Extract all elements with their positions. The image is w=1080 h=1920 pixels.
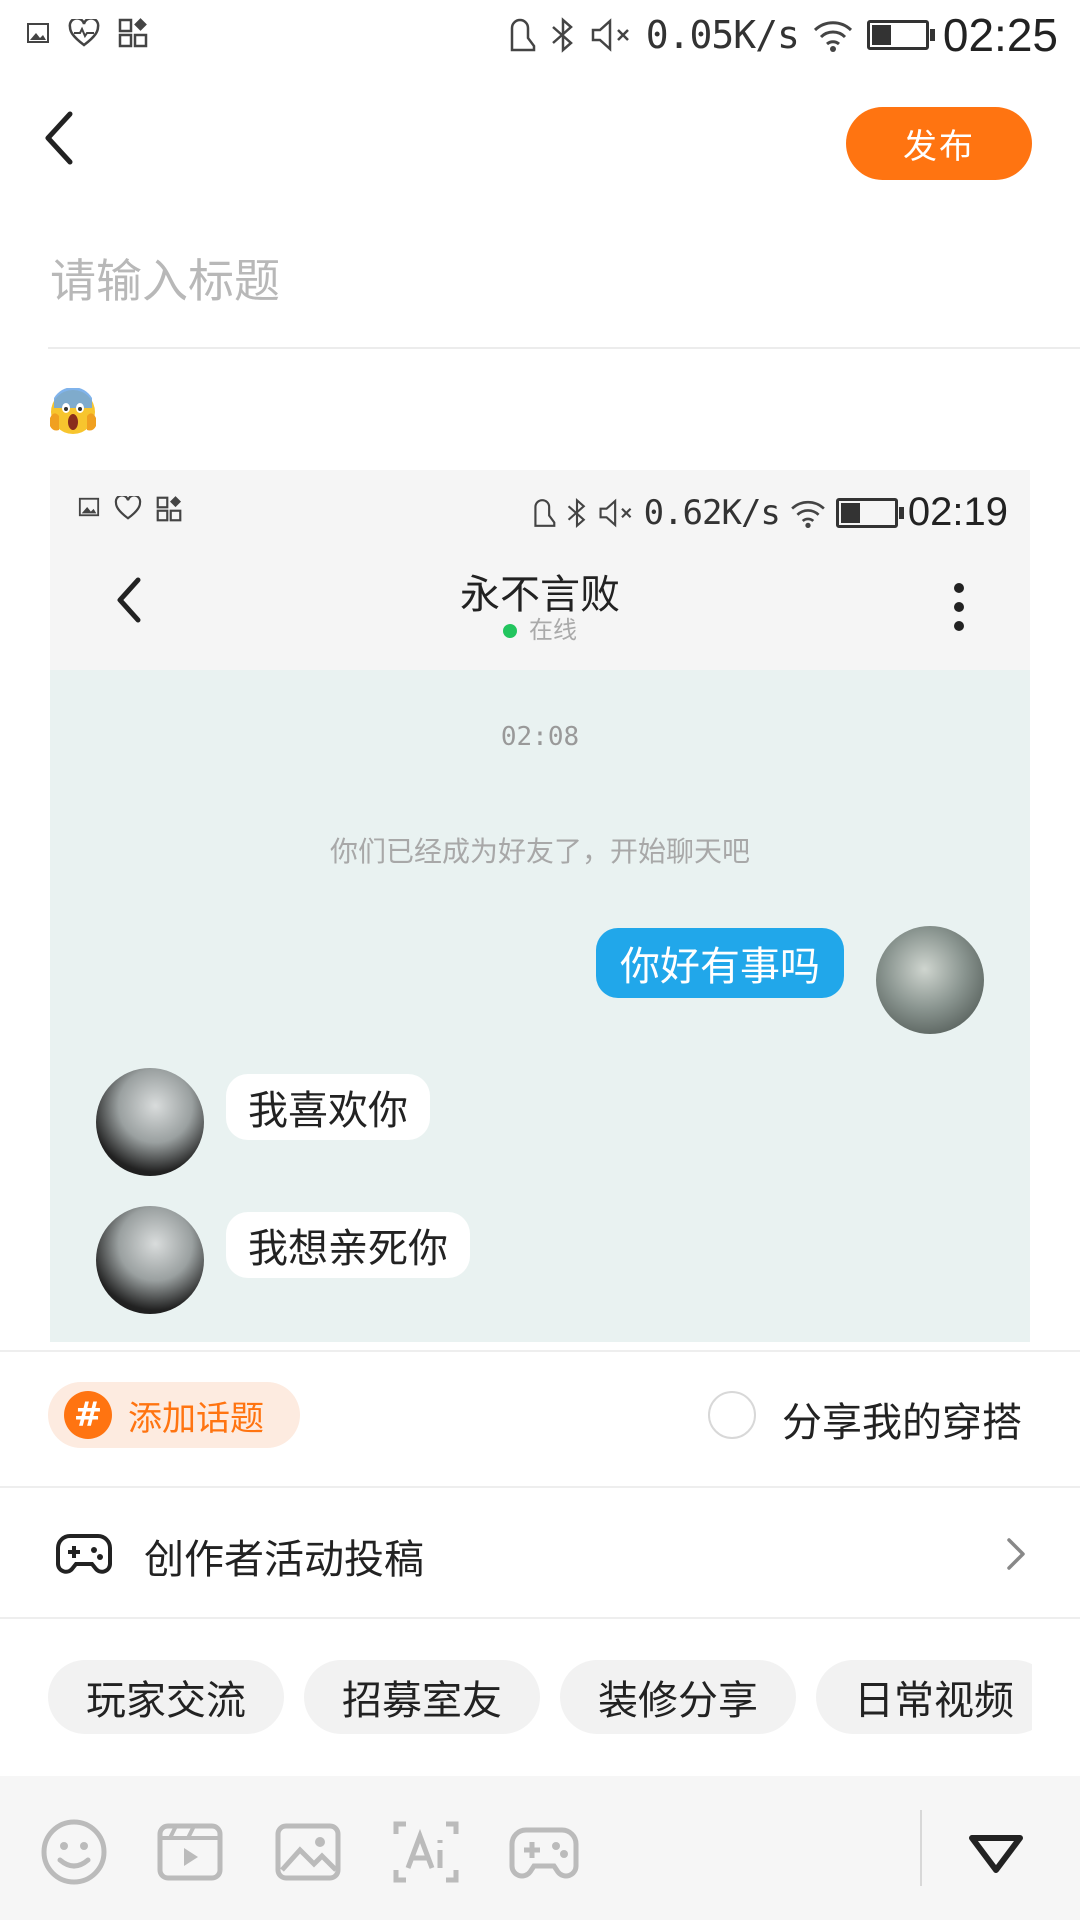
screaming-emoji-icon: [48, 387, 98, 436]
avatar: [96, 1206, 204, 1314]
wifi-icon: [791, 500, 825, 528]
tag-chip[interactable]: 招募室友: [304, 1660, 540, 1734]
mute-icon: [599, 498, 631, 527]
embedded-status-bar: 0.62K/s 02:19: [50, 470, 1030, 550]
gallery-icon: [27, 23, 49, 43]
chevron-left-icon: [45, 111, 73, 165]
share-outfit-label[interactable]: 分享我的穿搭: [782, 1390, 1022, 1448]
gamepad-icon[interactable]: [508, 1816, 580, 1888]
tag-chip[interactable]: 玩家交流: [48, 1660, 284, 1734]
embedded-status-right-icons: 0.62K/s 02:19: [532, 490, 1008, 535]
online-dot-icon: [503, 624, 517, 638]
divider: [48, 347, 1080, 349]
status-time: 02:25: [942, 9, 1058, 61]
title-input[interactable]: [48, 245, 1052, 317]
nfc-icon: [533, 498, 555, 527]
publish-button[interactable]: 发布: [846, 107, 1032, 180]
back-button[interactable]: [40, 108, 100, 178]
divider: [0, 1486, 1080, 1488]
avatar: [876, 926, 984, 1034]
divider: [0, 1350, 1080, 1352]
wifi-icon: [813, 21, 852, 52]
battery-icon: [866, 20, 935, 50]
embedded-online-status: 在线: [50, 610, 1030, 645]
tag-chip[interactable]: 装修分享: [560, 1660, 796, 1734]
status-left-icons: [26, 18, 148, 48]
creator-activity-label: 创作者活动投稿: [144, 1537, 424, 1583]
battery-icon: [835, 497, 904, 528]
nfc-icon: [510, 18, 535, 52]
status-right-icons: 0.05K/s 02:25: [508, 8, 1058, 62]
embedded-status-time: 02:19: [907, 490, 1008, 534]
add-topic-label: 添加话题: [128, 1398, 264, 1439]
embedded-status-left-icons: [78, 496, 182, 522]
toolbar-separator: [920, 1810, 922, 1886]
collapse-triangle-icon[interactable]: [960, 1816, 1032, 1888]
apps-icon: [118, 18, 148, 48]
embedded-system-message: 你们已经成为好友了，开始聊天吧: [329, 835, 750, 868]
health-icon: [114, 496, 142, 520]
health-icon: [68, 19, 100, 47]
status-bar: 0.05K/s 02:25: [0, 0, 1080, 72]
image-icon[interactable]: [272, 1816, 344, 1888]
tag-chip[interactable]: 日常视频: [816, 1660, 1032, 1734]
share-outfit-radio[interactable]: [708, 1391, 756, 1439]
message-bubble-incoming: 我想亲死你: [226, 1212, 470, 1278]
bluetooth-icon: [567, 497, 585, 528]
embedded-screenshot-image[interactable]: 0.62K/s 02:19 永不言败 在线 02:08 你们已经成为好友了，开始…: [50, 470, 1030, 1342]
embedded-chat-time: 02:08: [500, 722, 580, 752]
apps-icon: [156, 496, 182, 522]
video-icon[interactable]: [154, 1816, 226, 1888]
online-status-text: 在线: [529, 616, 577, 644]
mute-icon: [591, 18, 629, 52]
message-bubble-outgoing: 你好有事吗: [596, 928, 844, 998]
ai-text-icon[interactable]: [390, 1816, 462, 1888]
add-topic-button[interactable]: # 添加话题: [48, 1382, 300, 1448]
avatar: [96, 1068, 204, 1176]
chevron-right-icon: [1004, 1536, 1028, 1576]
network-speed: 0.05K/s: [645, 13, 800, 57]
gallery-icon: [78, 497, 100, 517]
embedded-network-speed: 0.62K/s: [643, 492, 781, 533]
message-bubble-incoming: 我喜欢你: [226, 1074, 430, 1140]
embedded-more-icon: [954, 582, 964, 636]
hash-icon: #: [64, 1391, 112, 1439]
bluetooth-icon: [551, 17, 573, 53]
topic-tags: 玩家交流 招募室友 装修分享 日常视频: [48, 1660, 1032, 1734]
divider: [0, 1617, 1080, 1619]
gamepad-icon: [56, 1530, 112, 1582]
emoji-icon[interactable]: [38, 1816, 110, 1888]
